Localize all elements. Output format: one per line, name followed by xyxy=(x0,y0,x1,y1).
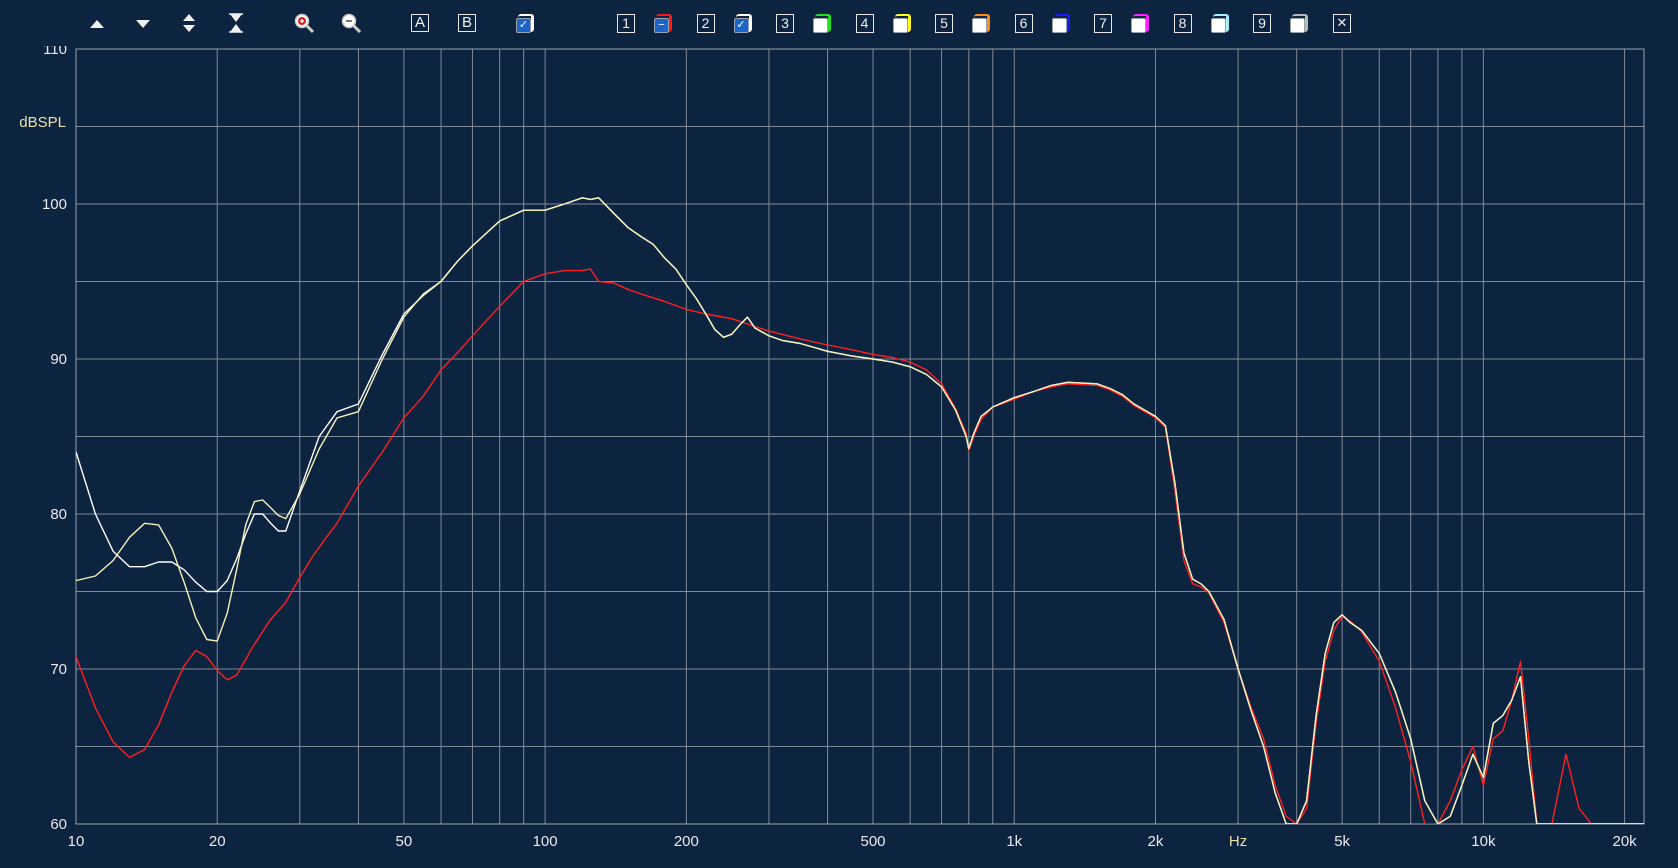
x-tick-label: 5k xyxy=(1334,833,1350,850)
cursor-b-label: B xyxy=(458,14,476,32)
compress-vertical-icon xyxy=(229,13,243,33)
channel-3-toggle[interactable] xyxy=(809,10,833,36)
x-tick-label: 1k xyxy=(1006,833,1022,850)
zoom-out-button[interactable] xyxy=(339,10,363,36)
y-tick-label: 100 xyxy=(42,196,67,213)
channel-7-number[interactable]: 7 xyxy=(1091,10,1115,36)
show-all-toggle[interactable]: ✓ xyxy=(512,10,536,36)
channel-number-label: 8 xyxy=(1173,13,1192,33)
triangle-down-icon xyxy=(136,20,150,28)
scroll-up-button[interactable] xyxy=(85,10,109,36)
toolbar: A B ✓ 1− 2 ✓ 3 4 5 6 7 8 9 ✕ xyxy=(0,0,1678,46)
zoom-in-icon xyxy=(294,13,315,34)
channel-color-swatch-icon: ✓ xyxy=(732,13,752,33)
x-tick-label: 10k xyxy=(1471,833,1496,850)
channel-number-label: 9 xyxy=(1253,13,1271,33)
scroll-down-button[interactable] xyxy=(131,10,155,36)
channel-4-number[interactable]: 4 xyxy=(853,10,877,36)
channel-6-number[interactable]: 6 xyxy=(1012,10,1036,36)
channel-1-toggle[interactable]: − xyxy=(650,10,674,36)
channel-number-label: 4 xyxy=(855,13,874,33)
x-tick-label: 500 xyxy=(861,833,886,850)
channel-number-label: 3 xyxy=(776,13,794,33)
channel-number-label: 5 xyxy=(935,13,953,33)
channel-color-swatch-icon xyxy=(970,13,990,33)
channel-number-label: 1 xyxy=(617,13,635,33)
clear-all-button[interactable]: ✕ xyxy=(1330,10,1354,36)
y-tick-label: 60 xyxy=(50,816,67,833)
channel-2-toggle[interactable]: ✓ xyxy=(730,10,754,36)
y-tick-label: 90 xyxy=(50,351,67,368)
close-icon: ✕ xyxy=(1333,13,1351,33)
y-tick-label: 110 xyxy=(43,46,67,58)
zoom-out-icon xyxy=(341,13,362,34)
x-tick-label: 100 xyxy=(533,833,558,850)
frequency-response-chart: 110 100 90 80 70 60 dBSPL 10 20 50 100 200 500 1k 2k 5k… xyxy=(19,46,1645,850)
zoom-in-button[interactable] xyxy=(292,10,316,36)
x-tick-label: 20 xyxy=(209,833,226,850)
y-tick-label: 70 xyxy=(50,661,67,678)
spl-analyzer-window: A B ✓ 1−2 ✓ 3 4 5 6 7 8 9 ✕ 110 100 90 80 70 60 dBSPL 1… xyxy=(0,0,1678,868)
channel-number-label: 7 xyxy=(1094,13,1112,33)
channel-color-swatch-icon xyxy=(1129,13,1149,33)
channel-3-number[interactable]: 3 xyxy=(773,10,797,36)
x-tick-label: 2k xyxy=(1148,833,1164,850)
y-tick-label: 80 xyxy=(50,506,67,523)
channel-color-swatch-icon xyxy=(1050,13,1070,33)
expand-vertical-icon xyxy=(183,14,195,32)
channel-color-swatch-icon xyxy=(1209,13,1229,33)
x-tick-label: 50 xyxy=(396,833,413,850)
checkbox-icon: ✓ xyxy=(514,13,534,33)
channel-5-number[interactable]: 5 xyxy=(932,10,956,36)
channel-color-swatch-icon xyxy=(811,13,831,33)
x-tick-label: 200 xyxy=(674,833,699,850)
channel-5-toggle[interactable] xyxy=(968,10,992,36)
cursor-a-label: A xyxy=(411,14,429,32)
channel-9-number[interactable]: 9 xyxy=(1250,10,1274,36)
x-axis-label: Hz xyxy=(1229,833,1247,850)
channel-7-toggle[interactable] xyxy=(1127,10,1151,36)
channel-8-number[interactable]: 8 xyxy=(1171,10,1195,36)
channel-8-toggle[interactable] xyxy=(1207,10,1231,36)
triangle-up-icon xyxy=(90,20,104,28)
y-axis-label: dBSPL xyxy=(19,114,66,131)
channel-2-number[interactable]: 2 xyxy=(694,10,718,36)
x-tick-label: 20k xyxy=(1612,833,1637,850)
cursor-a-button[interactable]: A xyxy=(408,10,432,36)
channel-6-toggle[interactable] xyxy=(1048,10,1072,36)
channel-color-swatch-icon xyxy=(891,13,911,33)
x-tick-label: 10 xyxy=(68,833,85,850)
channel-number-label: 6 xyxy=(1014,13,1033,33)
channel-number-label: 2 xyxy=(696,13,715,33)
channel-4-toggle[interactable] xyxy=(889,10,913,36)
expand-range-button[interactable] xyxy=(177,10,201,36)
channel-color-swatch-icon xyxy=(1288,13,1308,33)
cursor-b-button[interactable]: B xyxy=(455,10,479,36)
channel-1-number[interactable]: 1 xyxy=(614,10,638,36)
channel-9-toggle[interactable] xyxy=(1286,10,1310,36)
channel-color-swatch-icon: − xyxy=(652,13,672,33)
compress-range-button[interactable] xyxy=(224,10,248,36)
